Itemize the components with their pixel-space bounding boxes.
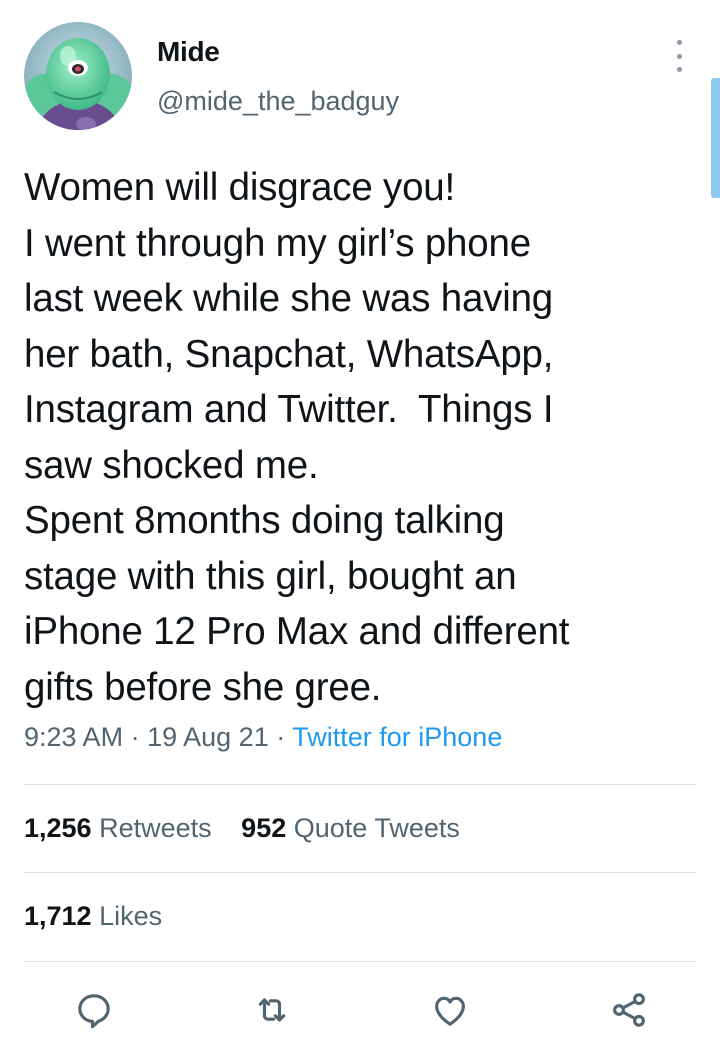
more-dot <box>676 40 682 45</box>
likes-count: 1,712 <box>24 901 92 931</box>
likes-stat[interactable]: 1,712 Likes <box>24 901 162 932</box>
tweet-source-link[interactable]: Twitter for iPhone <box>292 722 502 752</box>
tweet-text-line: her bath, Snapchat, WhatsApp, <box>24 332 554 376</box>
quote-tweets-stat[interactable]: 952 Quote Tweets <box>241 813 460 844</box>
reply-icon <box>78 994 110 1029</box>
tweet-meta: 9:23 AM · 19 Aug 21 · Twitter for iPhone <box>24 722 502 753</box>
divider <box>24 872 696 873</box>
retweets-stat[interactable]: 1,256 Retweets <box>24 813 212 844</box>
share-button[interactable] <box>604 985 654 1035</box>
tweet-text: Women will disgrace you! I went through … <box>24 160 704 715</box>
avatar[interactable] <box>24 22 132 130</box>
scrollbar-thumb[interactable] <box>711 78 720 198</box>
more-dot <box>676 67 682 72</box>
cartoon-character-avatar <box>24 22 132 130</box>
tweet-text-line: iPhone 12 Pro Max and different <box>24 610 570 653</box>
heart-icon <box>435 996 465 1026</box>
retweets-count: 1,256 <box>24 813 92 843</box>
quote-tweets-label: Quote Tweets <box>293 813 460 843</box>
tweet-text-line: Spent 8months doing talking <box>24 499 505 542</box>
tweet-text-line: I went through my girl’s phone <box>24 221 531 265</box>
tweet-date[interactable]: 19 Aug 21 <box>147 722 269 752</box>
tweet-action-bar <box>0 985 720 1035</box>
tweet-text-line: Women will disgrace you! <box>24 166 455 209</box>
retweet-icon <box>258 998 286 1022</box>
more-dot <box>676 53 682 59</box>
meta-separator: · <box>130 722 140 752</box>
meta-separator: · <box>276 722 286 752</box>
tweet-text-line: gifts before she gree. <box>24 665 382 709</box>
reply-button[interactable] <box>69 985 119 1035</box>
divider <box>24 961 696 962</box>
quote-tweets-count: 952 <box>241 813 287 843</box>
more-options-button[interactable] <box>664 36 694 76</box>
likes-label: Likes <box>99 901 163 931</box>
likes-stats-row: 1,712 Likes <box>24 901 162 932</box>
tweet-text-line: Instagram and Twitter. Things I <box>24 388 554 431</box>
tweet-text-line: last week while she was having <box>24 277 553 320</box>
tweet-text-line: stage with this girl, bought an <box>24 554 517 598</box>
engagement-stats-row: 1,256 Retweets 952 Quote Tweets <box>24 813 460 844</box>
retweets-label: Retweets <box>99 813 212 843</box>
tweet-text-line: saw shocked me. <box>24 443 319 487</box>
author-handle[interactable]: @mide_the_badguy <box>157 86 399 117</box>
tweet-detail-page: Mide @mide_the_badguy Women will disgrac… <box>0 0 720 1062</box>
author-name[interactable]: Mide <box>157 36 220 68</box>
divider <box>24 784 696 785</box>
tweet-time[interactable]: 9:23 AM <box>24 722 123 752</box>
like-button[interactable] <box>425 985 475 1035</box>
retweet-button[interactable] <box>247 985 297 1035</box>
share-icon <box>613 993 645 1027</box>
